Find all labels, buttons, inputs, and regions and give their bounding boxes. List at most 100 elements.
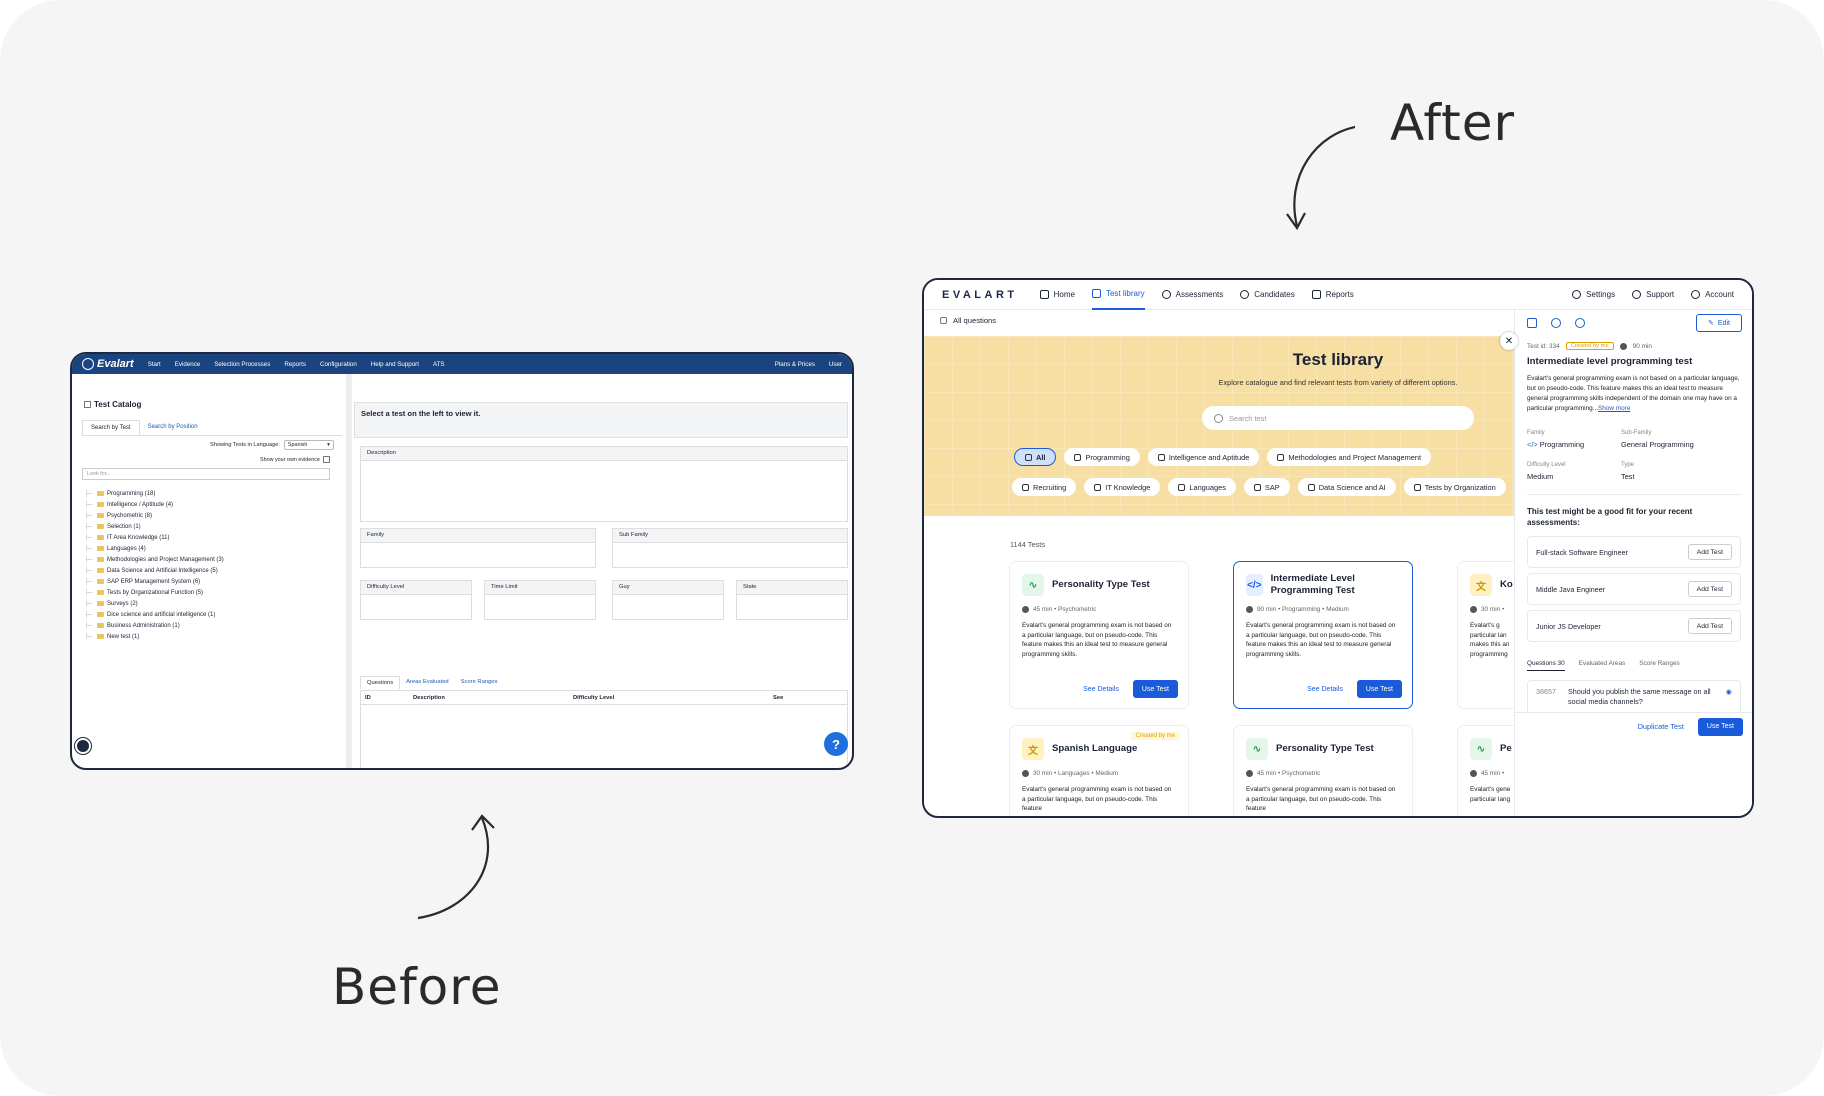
add-test-button[interactable]: Add Test — [1687, 618, 1732, 634]
tree-item[interactable]: ├─ New test (1) — [84, 631, 224, 642]
pulse-icon: ∿ — [1022, 574, 1044, 596]
tab-questions[interactable]: Questions 30 — [1527, 660, 1565, 671]
tab-score-ranges[interactable]: Score Ranges — [1639, 660, 1680, 671]
test-card[interactable]: ∿ Personality Type Test 45 min • Psychome… — [1010, 562, 1188, 708]
family-info: Family </> Programming — [1527, 430, 1584, 449]
nav-plans[interactable]: Plans & Prices — [775, 361, 815, 368]
help-button[interactable]: ? — [824, 732, 848, 756]
see-details-button[interactable]: See Details — [1077, 686, 1125, 693]
nav-home[interactable]: Home — [1039, 280, 1075, 310]
category-icon — [1025, 453, 1032, 461]
type-info: Type Test — [1621, 462, 1635, 481]
use-test-button[interactable]: Use Test — [1356, 680, 1402, 698]
category-chip[interactable]: Methodologies and Project Management — [1267, 448, 1432, 466]
show-more-link[interactable]: Show more — [1598, 405, 1630, 412]
settings-gear-icon[interactable] — [75, 738, 91, 754]
category-chip[interactable]: Tests by Organization — [1403, 478, 1506, 496]
category-chip[interactable]: SAP — [1243, 478, 1290, 496]
question-item[interactable]: 38657 Should you publish the same messag… — [1527, 680, 1741, 716]
category-chip[interactable]: Programming — [1064, 448, 1140, 466]
nav-reports-after[interactable]: Reports — [1311, 280, 1354, 310]
test-card[interactable]: Created by me 文 Spanish Language 30 min •… — [1010, 726, 1188, 816]
nav-home-label: Home — [1053, 290, 1075, 299]
family-value: </> Programming — [1527, 440, 1584, 449]
nav-reports[interactable]: Reports — [284, 361, 306, 368]
tab-evaluated-areas[interactable]: Evaluated Areas — [1579, 660, 1626, 671]
chip-label: Recruiting — [1033, 482, 1067, 492]
add-test-button[interactable]: Add Test — [1687, 581, 1732, 597]
tree-item[interactable]: ├─ Selection (1) — [84, 521, 224, 532]
tree-item[interactable]: ├─ Programming (18) — [84, 488, 224, 499]
difficulty-info: Difficulty Level Medium — [1527, 462, 1566, 481]
category-chip[interactable]: IT Knowledge — [1084, 478, 1161, 496]
nav-support[interactable]: Support — [1632, 280, 1674, 310]
use-test-button[interactable]: Use Test — [1132, 680, 1178, 698]
tree-item[interactable]: ├─ Dice science and artificial intelligen… — [84, 609, 224, 620]
eye-icon[interactable]: ◉ — [1726, 687, 1732, 709]
category-chip[interactable]: Intelligence and Aptitude — [1147, 448, 1260, 466]
breadcrumb[interactable]: All questions — [940, 316, 996, 325]
tree-item[interactable]: ├─ Tests by Organizational Function (5) — [84, 587, 224, 598]
tab-areas-evaluated[interactable]: Areas Evaluated — [400, 676, 455, 689]
search-input[interactable]: Search test — [1202, 406, 1474, 430]
tab-score-ranges[interactable]: Score Ranges — [455, 676, 504, 689]
tree-item[interactable]: ├─ Surveys (2) — [84, 598, 224, 609]
play-icon[interactable] — [1551, 318, 1561, 328]
close-icon[interactable]: ✕ — [1500, 332, 1518, 350]
nav-selection-processes[interactable]: Selection Processes — [214, 361, 270, 368]
language-select[interactable]: Spanish ▾ — [283, 440, 334, 450]
search-placeholder: Search test — [1229, 413, 1267, 423]
nav-user[interactable]: User — [829, 361, 842, 368]
test-duration: 90 min — [1632, 342, 1652, 350]
recommended-assessment: Middle Java Engineer Add Test — [1527, 573, 1741, 605]
tab-questions[interactable]: Questions — [360, 676, 401, 689]
tree-item[interactable]: ├─ IT Area Knowledge (11) — [84, 532, 224, 543]
tree-item[interactable]: ├─ Methodologies and Project Management (… — [84, 554, 224, 565]
nav-evidence[interactable]: Evidence — [175, 361, 200, 368]
splitter[interactable] — [346, 374, 352, 768]
nav-assessments[interactable]: Assessments — [1161, 280, 1223, 310]
tree-item[interactable]: ├─ Data Science and Artificial Intelligen… — [84, 565, 224, 576]
tree-item[interactable]: ├─ Business Administration (1) — [84, 620, 224, 631]
nav-settings[interactable]: Settings — [1572, 280, 1615, 310]
description-field: Description — [360, 446, 848, 522]
edit-button[interactable]: ✎ Edit — [1696, 314, 1742, 332]
nav-account[interactable]: Account — [1691, 280, 1734, 310]
tree-item[interactable]: ├─ Psychometric (8) — [84, 510, 224, 521]
tab-search-by-position[interactable]: Search by Position — [139, 420, 206, 435]
nav-candidates[interactable]: Candidates — [1240, 280, 1295, 310]
use-test-button[interactable]: Use Test — [1697, 717, 1743, 736]
tree-item[interactable]: ├─ Intelligence / Aptitude (4) — [84, 499, 224, 510]
nav-help[interactable]: Help and Support — [371, 361, 419, 368]
see-details-button[interactable]: See Details — [1301, 686, 1349, 693]
category-chip[interactable]: Recruiting — [1012, 478, 1077, 496]
category-chip[interactable]: Data Science and AI — [1297, 478, 1396, 496]
test-card-selected[interactable]: </> Intermediate Level Programming Test 9… — [1234, 562, 1412, 708]
share-icon[interactable] — [1575, 318, 1585, 328]
panel-meta: Test id: 334 Created by me 90 min — [1527, 342, 1652, 350]
users-icon — [1240, 290, 1250, 299]
arrow-down-icon — [1286, 126, 1355, 231]
category-chip[interactable]: All — [1014, 448, 1057, 466]
nav-configuration[interactable]: Configuration — [320, 361, 357, 368]
card-meta: 45 min • — [1481, 770, 1505, 777]
guy-label: Guy — [613, 581, 723, 595]
own-evidence-checkbox[interactable] — [322, 456, 330, 463]
sub-family-label: Sub Family — [613, 529, 847, 543]
tree-item[interactable]: ├─ Languages (4) — [84, 543, 224, 554]
duplicate-test-button[interactable]: Duplicate Test — [1638, 722, 1684, 731]
before-logo[interactable]: Evalart — [82, 358, 134, 370]
category-chip[interactable]: Languages — [1168, 478, 1236, 496]
nav-start[interactable]: Start — [148, 361, 161, 368]
add-test-button[interactable]: Add Test — [1687, 544, 1732, 560]
look-for-input[interactable]: Look for... — [82, 468, 330, 480]
document-icon[interactable] — [1527, 318, 1537, 328]
nav-ats[interactable]: ATS — [433, 361, 445, 368]
chevron-down-icon: ▾ — [327, 442, 330, 448]
tab-search-by-test[interactable]: Search by Test — [82, 420, 140, 435]
card-description: Evalart's general programming exam is no… — [1246, 622, 1396, 658]
tree-item[interactable]: ├─ SAP ERP Management System (6) — [84, 576, 224, 587]
after-logo[interactable]: EVALART — [942, 289, 1018, 301]
test-card[interactable]: ∿ Personality Type Test 45 min • Psychome… — [1234, 726, 1412, 816]
nav-test-library[interactable]: Test library — [1091, 280, 1145, 310]
